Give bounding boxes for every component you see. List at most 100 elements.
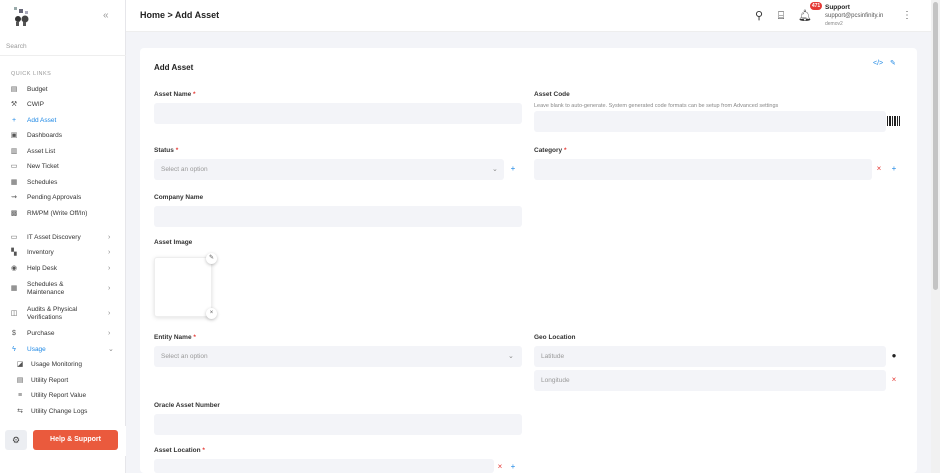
sidebar-item-label: Utility Report bbox=[31, 377, 69, 384]
chevron-right-icon: › bbox=[108, 234, 111, 241]
status-label: Status * bbox=[154, 147, 179, 154]
sidebar-subitem-utility-report-value[interactable]: ≡ Utility Report Value bbox=[0, 389, 126, 403]
sidebar-item-help-desk[interactable]: ◉ Help Desk › bbox=[0, 262, 126, 276]
code-icon[interactable]: </> bbox=[873, 60, 883, 68]
sidebar-item-add-asset[interactable]: + Add Asset bbox=[0, 114, 126, 128]
user-email: support@pcsinfinity.in bbox=[825, 13, 884, 19]
top-bar: Home > Add Asset ⚲ ⌸ 🔔︎ 471 Support supp… bbox=[126, 0, 940, 32]
sidebar-item-label: Pending Approvals bbox=[27, 194, 82, 201]
sidebar-item-dashboards[interactable]: ▣ Dashboards bbox=[0, 129, 126, 143]
sidebar-footer: ⚙ Help & Support bbox=[0, 426, 126, 456]
quick-links-label: QUICK LINKS bbox=[11, 71, 52, 77]
asset-location-select[interactable] bbox=[154, 459, 494, 473]
chevron-down-icon: ⌄ bbox=[492, 166, 498, 173]
pencil-icon[interactable]: ✎ bbox=[206, 253, 217, 264]
sidebar-item-new-ticket[interactable]: ▭ New Ticket bbox=[0, 160, 126, 174]
sidebar-item-rm-pm[interactable]: ▩ RM/PM (Write Off/In) bbox=[0, 207, 126, 221]
chevron-right-icon: › bbox=[108, 330, 111, 337]
asset-name-label: Asset Name * bbox=[154, 91, 196, 98]
status-select[interactable]: Select an option ⌄ bbox=[154, 159, 504, 180]
sidebar-subitem-utility-report[interactable]: ▤ Utility Report bbox=[0, 374, 126, 388]
entity-name-select[interactable]: Select an option ⌄ bbox=[154, 346, 522, 367]
sidebar-item-it-asset-discovery[interactable]: ▭ IT Asset Discovery › bbox=[0, 231, 126, 245]
sidebar-item-label: Purchase bbox=[27, 330, 55, 337]
latitude-placeholder: Latitude bbox=[541, 353, 565, 360]
company-logo bbox=[14, 7, 29, 26]
more-vertical-icon[interactable]: ⋮ bbox=[902, 10, 912, 22]
sidebar-item-label: Schedules & Maintenance bbox=[27, 280, 65, 297]
bell-icon[interactable]: 🔔︎ bbox=[798, 9, 812, 23]
close-icon[interactable]: × bbox=[206, 308, 217, 319]
add-status-icon[interactable]: + bbox=[508, 164, 518, 174]
sidebar-item-purchase[interactable]: $ Purchase › bbox=[0, 327, 126, 341]
calendar-icon: ▦ bbox=[10, 179, 18, 186]
latitude-input[interactable]: Latitude bbox=[534, 346, 886, 367]
add-category-icon[interactable]: + bbox=[889, 164, 899, 174]
oracle-asset-number-input[interactable] bbox=[154, 414, 522, 435]
collapse-sidebar-icon[interactable]: « bbox=[103, 11, 109, 21]
gear-icon: ⚙ bbox=[11, 435, 21, 445]
sidebar-item-cwip[interactable]: ⚒ CWIP bbox=[0, 98, 126, 112]
bolt-icon: ϟ bbox=[12, 346, 16, 353]
map-pin-icon[interactable]: ● bbox=[889, 351, 899, 361]
sidebar-subitem-utility-change-logs[interactable]: ⇆ Utility Change Logs bbox=[0, 405, 126, 419]
asset-code-input[interactable] bbox=[534, 111, 886, 132]
sidebar-search-input[interactable]: Search bbox=[0, 38, 126, 56]
sidebar-item-schedules-maintenance[interactable]: ▦ Schedules & Maintenance › bbox=[0, 280, 126, 298]
sidebar-item-label: Inventory bbox=[27, 249, 54, 256]
sidebar-item-label: CWIP bbox=[27, 101, 44, 108]
scrollbar-thumb[interactable] bbox=[933, 2, 938, 290]
settings-button[interactable]: ⚙ bbox=[5, 430, 27, 450]
laptop-icon: ▭ bbox=[10, 234, 18, 241]
ticket-icon: ▭ bbox=[10, 163, 18, 170]
longitude-input[interactable]: Longitude bbox=[534, 370, 886, 391]
sidebar-item-budget[interactable]: ▤ Budget bbox=[0, 83, 126, 97]
sidebar-item-label: Schedules bbox=[27, 179, 58, 186]
asset-image-label: Asset Image bbox=[154, 239, 193, 246]
clear-location-icon[interactable]: × bbox=[495, 462, 505, 472]
page-scrollbar[interactable] bbox=[931, 0, 940, 473]
clear-geo-icon[interactable]: × bbox=[889, 375, 899, 385]
clear-category-icon[interactable]: × bbox=[874, 164, 884, 174]
company-name-input[interactable] bbox=[154, 206, 522, 227]
sidebar-subitem-usage-monitoring[interactable]: ◪ Usage Monitoring bbox=[0, 358, 126, 372]
form-title: Add Asset bbox=[154, 63, 194, 72]
search-icon[interactable]: ⚲ bbox=[752, 9, 766, 23]
sidebar-item-schedules[interactable]: ▦ Schedules bbox=[0, 176, 126, 190]
help-support-button[interactable]: Help & Support bbox=[33, 430, 118, 450]
user-tenant: demov2 bbox=[825, 21, 843, 27]
edit-icon[interactable]: ✎ bbox=[890, 60, 896, 68]
sidebar-item-inventory[interactable]: ▚ Inventory › bbox=[0, 246, 126, 260]
chevron-right-icon: › bbox=[108, 310, 111, 317]
asset-code-label: Asset Code bbox=[534, 91, 570, 98]
user-name[interactable]: Support bbox=[825, 4, 850, 11]
add-location-icon[interactable]: + bbox=[508, 462, 518, 472]
barcode-icon[interactable] bbox=[887, 116, 900, 126]
sidebar-item-audits[interactable]: ◫ Audits & Physical Verifications › bbox=[0, 305, 126, 323]
file-icon: ▤ bbox=[10, 86, 18, 93]
barcode-scan-icon[interactable]: ⌸ bbox=[774, 9, 788, 23]
category-select[interactable] bbox=[534, 159, 872, 180]
breadcrumb: Home > Add Asset bbox=[140, 10, 220, 20]
hammer-icon: ⚒ bbox=[10, 101, 18, 108]
sidebar-item-label: Utility Report Value bbox=[31, 392, 87, 399]
schedule-icon: ▦ bbox=[10, 285, 18, 292]
sidebar-item-label: New Ticket bbox=[27, 163, 59, 170]
approval-icon: ⇝ bbox=[11, 194, 17, 201]
entity-name-label: Entity Name * bbox=[154, 334, 196, 341]
asset-image-upload[interactable] bbox=[154, 257, 212, 317]
box-icon: ▩ bbox=[10, 210, 18, 217]
help-icon: ◉ bbox=[10, 265, 18, 272]
dollar-icon: $ bbox=[12, 330, 16, 337]
chevron-down-icon: ⌄ bbox=[508, 353, 514, 360]
sidebar-item-label: Usage Monitoring bbox=[31, 361, 82, 368]
asset-name-input[interactable] bbox=[154, 103, 522, 124]
company-name-label: Company Name bbox=[154, 194, 204, 201]
chevron-right-icon: › bbox=[108, 285, 111, 292]
sidebar-item-usage[interactable]: ϟ Usage ⌄ bbox=[0, 343, 126, 357]
sidebar-item-label: Usage bbox=[27, 346, 46, 353]
sidebar-item-pending-approvals[interactable]: ⇝ Pending Approvals bbox=[0, 191, 126, 205]
category-label: Category * bbox=[534, 147, 567, 154]
sidebar-item-asset-list[interactable]: ▥ Asset List bbox=[0, 145, 126, 159]
sidebar-item-label: Dashboards bbox=[27, 132, 63, 139]
